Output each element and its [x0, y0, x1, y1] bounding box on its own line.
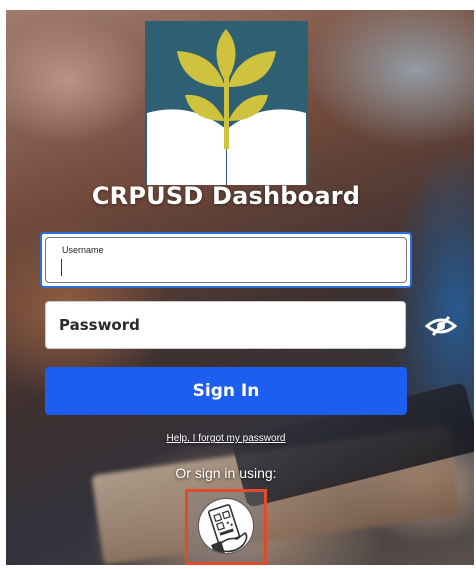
password-placeholder: Password [59, 316, 140, 334]
district-logo [145, 21, 308, 185]
eye-slash-icon[interactable] [424, 315, 458, 337]
alternate-sign-in-label: Or sign in using: [175, 465, 277, 481]
login-page: CRPUSD Dashboard Username Password Sign … [0, 0, 476, 569]
forgot-password-link[interactable]: Help, I forgot my password [0, 433, 452, 444]
text-caret [61, 259, 62, 276]
username-label: Username [62, 245, 104, 255]
sign-in-button[interactable]: Sign In [45, 367, 407, 415]
qr-code-badge-icon [198, 498, 254, 554]
sprout-on-book-logo-icon [145, 21, 308, 185]
password-field[interactable]: Password [45, 301, 406, 349]
page-title: CRPUSD Dashboard [91, 182, 361, 210]
qr-badge-sign-in-option[interactable] [185, 489, 267, 565]
username-field[interactable]: Username [40, 232, 412, 288]
